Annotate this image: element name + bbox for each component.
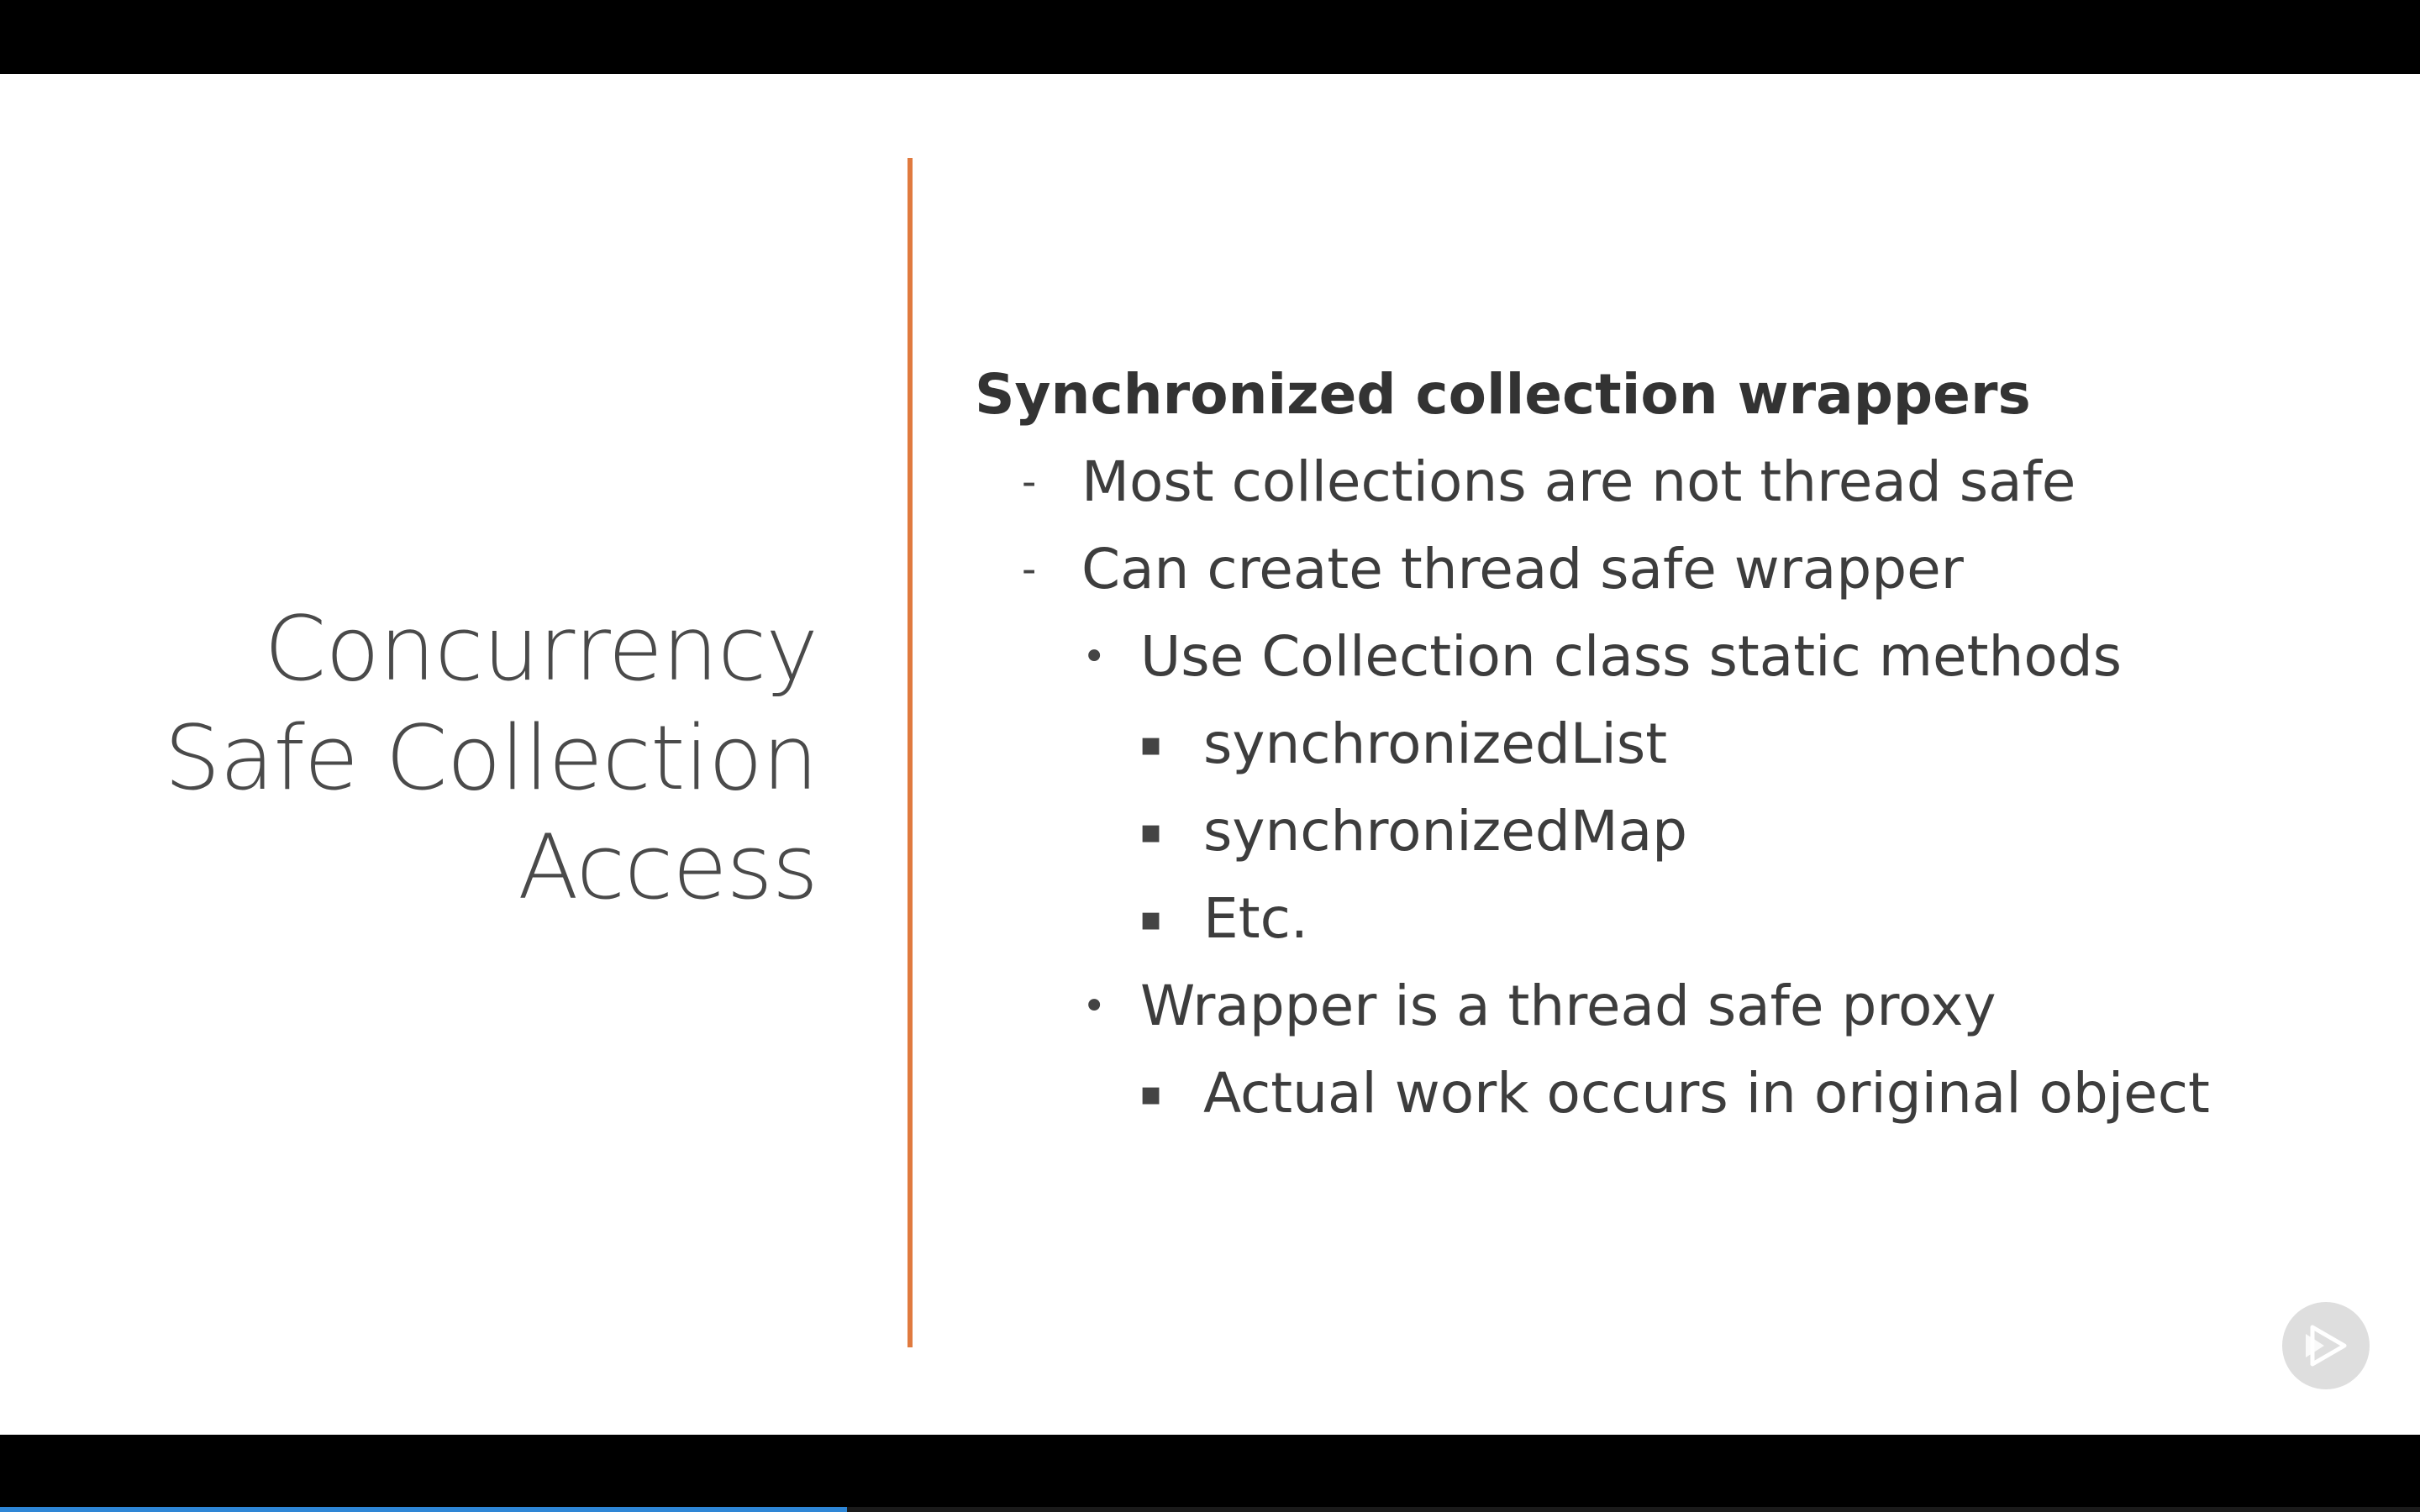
square-marker-icon: ▪ [1139, 812, 1163, 851]
bullet-text: Actual work occurs in original object [1203, 1061, 2210, 1126]
slide-title-line: Safe Collection [164, 706, 818, 810]
progress-fill [0, 1507, 847, 1512]
dash-marker-icon: - [1022, 546, 1037, 593]
square-marker-icon: ▪ [1139, 725, 1163, 764]
dash-marker-icon: - [1022, 459, 1037, 506]
bullet-text: synchronizedList [1203, 711, 1668, 776]
bullet-item: ▪ synchronizedList [975, 709, 2386, 796]
bullet-item: ▪ synchronizedMap [975, 796, 2386, 884]
bullet-item: • Wrapper is a thread safe proxy [975, 971, 2386, 1058]
dot-marker-icon: • [1082, 633, 1107, 680]
square-marker-icon: ▪ [1139, 1074, 1163, 1113]
slide-content: Synchronized collection wrappers - Most … [975, 360, 2386, 1146]
play-icon [2306, 1325, 2347, 1367]
slide-title: Concurrency Safe Collection Access [84, 595, 818, 922]
slide: Concurrency Safe Collection Access Synch… [0, 74, 2420, 1435]
square-marker-icon: ▪ [1139, 900, 1163, 938]
dot-marker-icon: • [1082, 983, 1107, 1030]
bullet-text: Use Collection class static methods [1140, 624, 2122, 689]
progress-track[interactable] [0, 1507, 2420, 1512]
bullet-text: synchronizedMap [1203, 799, 1688, 864]
bullet-text: Can create thread safe wrapper [1081, 537, 1964, 601]
bullet-item: - Can create thread safe wrapper [975, 534, 2386, 622]
content-heading: Synchronized collection wrappers [975, 362, 2031, 427]
vertical-divider [908, 158, 913, 1347]
slide-title-line: Access [518, 816, 818, 919]
top-letterbox [0, 0, 2420, 74]
bullet-item: • Use Collection class static methods [975, 622, 2386, 709]
bullet-text: Wrapper is a thread safe proxy [1140, 974, 1996, 1038]
bullet-item: - Most collections are not thread safe [975, 447, 2386, 534]
slide-title-line: Concurrency [264, 597, 818, 701]
bullet-text: Most collections are not thread safe [1081, 449, 2076, 514]
bullet-item: ▪ Actual work occurs in original object [975, 1058, 2386, 1146]
player-control-bar [0, 1435, 2420, 1512]
bullet-item: ▪ Etc. [975, 884, 2386, 971]
bullet-text: Etc. [1203, 886, 1308, 951]
play-button[interactable] [2282, 1302, 2370, 1389]
